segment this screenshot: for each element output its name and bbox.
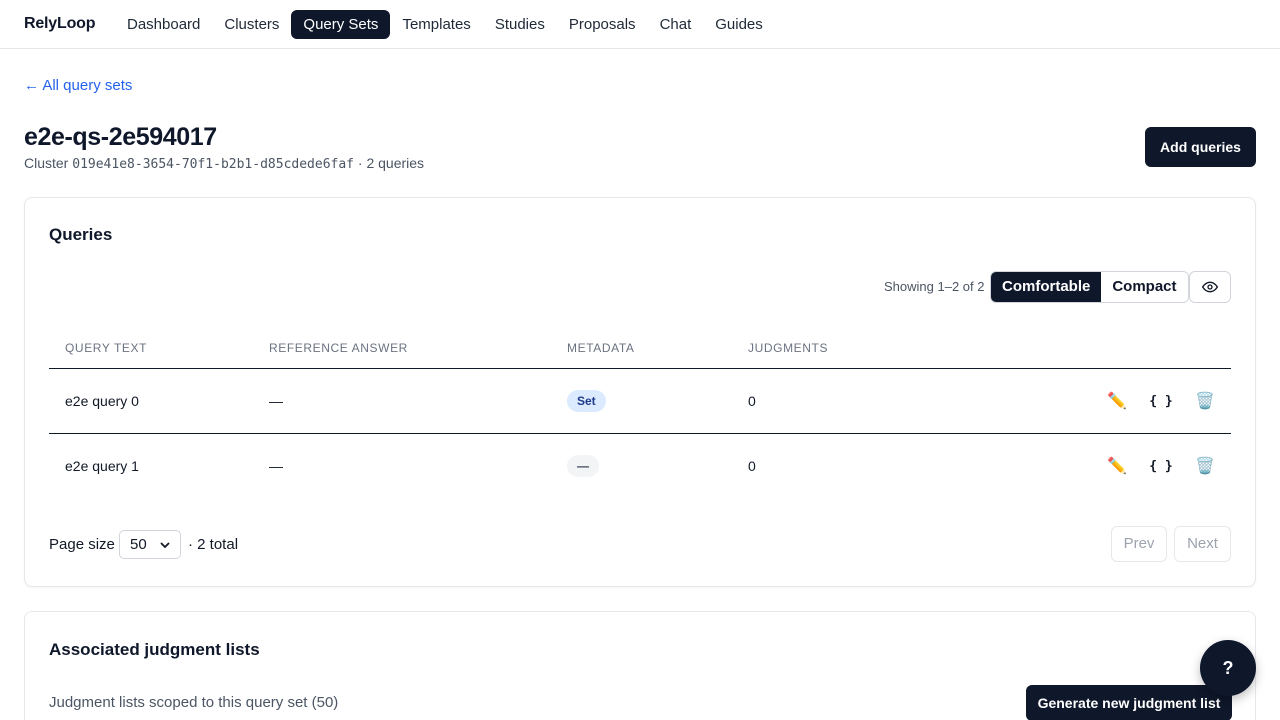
table-row: e2e query 1 — — 0 ✏️ { } 🗑️: [49, 434, 1231, 499]
json-braces-icon: { }: [1149, 393, 1173, 409]
page-title: e2e-qs-2e594017: [24, 123, 217, 151]
top-nav: RelyLoop Dashboard Clusters Query Sets T…: [0, 0, 1280, 49]
trash-icon: 🗑️: [1195, 393, 1215, 410]
column-header-query-text[interactable]: Query text: [65, 341, 147, 355]
row-actions: ✏️ { } 🗑️: [1095, 389, 1227, 413]
column-header-judgments[interactable]: Judgments: [748, 341, 828, 355]
cluster-id: 019e41e8-3654-70f1-b2b1-d85cdede6faf: [72, 157, 355, 172]
edit-metadata-button[interactable]: { }: [1139, 454, 1183, 478]
edit-metadata-button[interactable]: { }: [1139, 389, 1183, 413]
judgment-lists-card: Associated judgment lists Judgment lists…: [24, 611, 1256, 720]
trash-icon: 🗑️: [1195, 458, 1215, 475]
column-visibility-button[interactable]: [1189, 271, 1231, 303]
showing-count: Showing 1–2 of 2: [884, 279, 985, 294]
nav-item-proposals[interactable]: Proposals: [557, 10, 648, 39]
metadata-badge[interactable]: Set: [567, 390, 606, 412]
metadata-badge[interactable]: —: [567, 455, 599, 477]
density-toggle: Comfortable Compact: [990, 271, 1189, 303]
column-header-reference-answer[interactable]: Reference answer: [269, 341, 408, 355]
table-header: Query text Reference answer Metadata Jud…: [49, 328, 1231, 369]
row-actions: ✏️ { } 🗑️: [1095, 454, 1227, 478]
nav-item-templates[interactable]: Templates: [390, 10, 482, 39]
page-size-label: Page size: [49, 536, 115, 553]
judgments-cell: 0: [748, 393, 756, 409]
page-subtitle: Cluster 019e41e8-3654-70f1-b2b1-d85cdede…: [24, 155, 424, 172]
total-count: · 2 total: [188, 536, 239, 553]
judgment-lists-title: Associated judgment lists: [49, 640, 260, 659]
nav-item-studies[interactable]: Studies: [483, 10, 557, 39]
density-compact-button[interactable]: Compact: [1101, 272, 1188, 302]
density-comfortable-button[interactable]: Comfortable: [991, 272, 1102, 302]
page-size-select[interactable]: 50: [119, 530, 181, 559]
table-row: e2e query 0 — Set 0 ✏️ { } 🗑️: [49, 369, 1231, 434]
column-header-metadata[interactable]: Metadata: [567, 341, 634, 355]
eye-icon: [1202, 281, 1218, 293]
delete-query-button[interactable]: 🗑️: [1183, 389, 1227, 413]
queries-card-title: Queries: [49, 225, 113, 244]
query-text-cell: e2e query 0: [65, 393, 139, 409]
queries-table: Query text Reference answer Metadata Jud…: [49, 328, 1231, 499]
back-to-query-sets-link[interactable]: ← All query sets: [24, 77, 132, 94]
nav-item-query-sets[interactable]: Query Sets: [291, 10, 391, 39]
json-braces-icon: { }: [1149, 458, 1173, 474]
next-page-button[interactable]: Next: [1174, 526, 1231, 562]
query-text-cell: e2e query 1: [65, 458, 139, 474]
queries-card: Queries Showing 1–2 of 2 Comfortable Com…: [24, 197, 1256, 587]
pencil-icon: ✏️: [1107, 458, 1127, 475]
nav-item-dashboard[interactable]: Dashboard: [115, 10, 212, 39]
help-button[interactable]: ?: [1200, 640, 1256, 696]
nav-item-chat[interactable]: Chat: [648, 10, 704, 39]
chevron-down-icon: [160, 541, 170, 548]
reference-answer-cell: —: [269, 458, 283, 474]
nav-items: Dashboard Clusters Query Sets Templates …: [115, 10, 775, 39]
delete-query-button[interactable]: 🗑️: [1183, 454, 1227, 478]
edit-query-button[interactable]: ✏️: [1095, 454, 1139, 478]
brand-logo[interactable]: RelyLoop: [24, 15, 95, 33]
generate-judgment-list-button[interactable]: Generate new judgment list: [1026, 685, 1232, 720]
query-count: · 2 queries: [357, 155, 425, 171]
pencil-icon: ✏️: [1107, 393, 1127, 410]
nav-item-guides[interactable]: Guides: [703, 10, 775, 39]
reference-answer-cell: —: [269, 393, 283, 409]
nav-item-clusters[interactable]: Clusters: [212, 10, 291, 39]
add-queries-button[interactable]: Add queries: [1145, 127, 1256, 167]
page-size-value: 50: [130, 536, 147, 553]
edit-query-button[interactable]: ✏️: [1095, 389, 1139, 413]
judgments-cell: 0: [748, 458, 756, 474]
judgment-lists-description: Judgment lists scoped to this query set …: [49, 694, 339, 711]
prev-page-button[interactable]: Prev: [1111, 526, 1167, 562]
cluster-label: Cluster: [24, 155, 69, 171]
